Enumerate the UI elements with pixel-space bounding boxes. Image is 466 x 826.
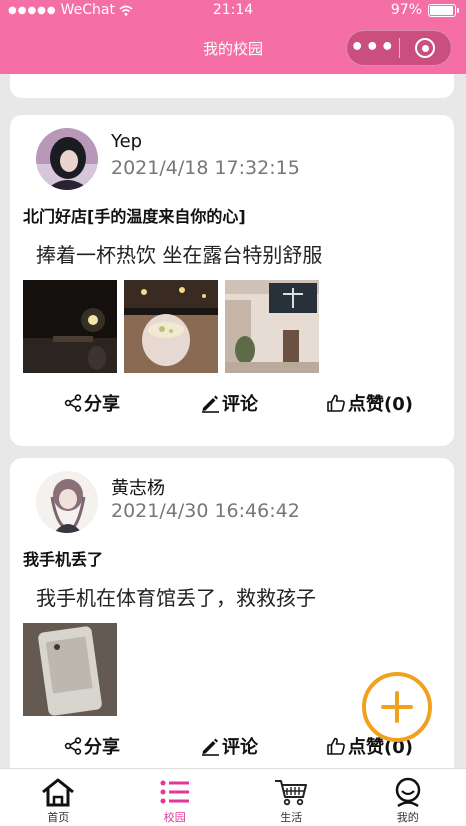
status-bar: ●●●●● WeChat 21:14 97%: [0, 0, 466, 22]
tab-campus-label: 校园: [163, 811, 186, 824]
post-card[interactable]: Yep 2021/4/18 17:32:15 北门好店[手的温度来自你的心] 捧…: [10, 115, 454, 446]
post-photo[interactable]: [225, 280, 319, 373]
avatar[interactable]: [36, 471, 98, 533]
post-timestamp: 2021/4/18 17:32:15: [111, 157, 300, 179]
add-post-button[interactable]: [362, 672, 432, 742]
post-photo[interactable]: [23, 623, 117, 716]
battery-percent: 97%: [390, 2, 422, 18]
comment-button[interactable]: 评论: [200, 733, 258, 759]
post-photo[interactable]: [23, 280, 117, 373]
tab-life[interactable]: 生活: [233, 769, 350, 826]
close-circle-icon: [415, 38, 436, 58]
post-photos: [23, 623, 117, 716]
like-label: 点赞(0): [348, 394, 413, 415]
home-icon: [42, 778, 75, 807]
tab-profile-label: 我的: [396, 811, 419, 824]
share-button[interactable]: 分享: [64, 733, 120, 759]
share-button[interactable]: 分享: [64, 390, 120, 416]
miniprogram-capsule: •••: [346, 30, 452, 66]
share-label: 分享: [84, 737, 120, 758]
edit-icon: [202, 738, 219, 756]
avatar[interactable]: [36, 128, 98, 190]
more-menu-icon[interactable]: •••: [347, 37, 399, 59]
post-content: 捧着一杯热饮 坐在露台特别舒服: [36, 243, 323, 267]
top-bar: ●●●●● WeChat 21:14 97% 我的校园 •••: [0, 0, 466, 74]
thumbs-up-icon: [327, 394, 345, 412]
like-button[interactable]: 点赞(0): [326, 390, 413, 416]
share-icon: [64, 737, 82, 755]
tab-bar: 首页 校园 生活 我的: [0, 768, 466, 826]
previous-post-card: [10, 74, 454, 98]
tab-profile[interactable]: 我的: [350, 769, 466, 826]
share-icon: [64, 394, 82, 412]
close-miniprogram-button[interactable]: [399, 38, 451, 58]
profile-icon: [395, 777, 420, 807]
post-username[interactable]: Yep: [111, 131, 142, 152]
post-feed[interactable]: Yep 2021/4/18 17:32:15 北门好店[手的温度来自你的心] 捧…: [0, 74, 466, 768]
tab-home[interactable]: 首页: [0, 769, 117, 826]
battery-icon: [428, 3, 459, 17]
post-photo[interactable]: [124, 280, 218, 373]
post-title: 北门好店[手的温度来自你的心]: [23, 207, 246, 226]
post-username[interactable]: 黄志杨: [111, 474, 165, 500]
list-icon: [160, 780, 189, 804]
share-label: 分享: [84, 394, 120, 415]
comment-label: 评论: [222, 394, 258, 415]
thumbs-up-icon: [327, 737, 345, 755]
cart-icon: [275, 780, 308, 806]
post-photos: [23, 280, 319, 373]
post-content: 我手机在体育馆丢了，救救孩子: [36, 586, 316, 610]
post-actions: 分享 评论 点赞(0): [10, 390, 454, 422]
tab-life-label: 生活: [280, 811, 303, 824]
post-title: 我手机丢了: [23, 550, 104, 569]
comment-button[interactable]: 评论: [200, 390, 258, 416]
edit-icon: [202, 395, 219, 413]
comment-label: 评论: [222, 737, 258, 758]
tab-home-label: 首页: [47, 811, 70, 824]
tab-campus[interactable]: 校园: [117, 769, 234, 826]
post-timestamp: 2021/4/30 16:46:42: [111, 500, 300, 522]
